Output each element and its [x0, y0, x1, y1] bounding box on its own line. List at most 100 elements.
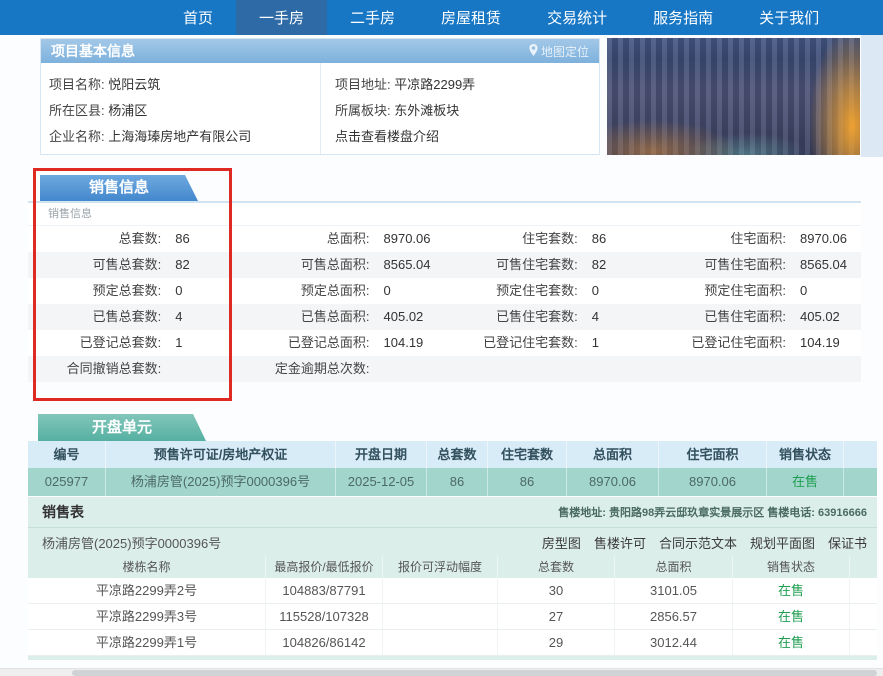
total-units-cell: 86 [427, 468, 488, 496]
intro-row: 点击查看楼盘介绍 [335, 124, 599, 150]
field-label: 预定总面积: [236, 278, 369, 304]
field-value: 8970.06 [370, 226, 431, 252]
field-label: 总套数: [28, 226, 161, 252]
column-header: 最高报价/最低报价 [266, 556, 383, 578]
field-pair: 预定总面积:0 [236, 278, 444, 304]
field-label: 总面积: [236, 226, 369, 252]
total-area-cell: 8970.06 [567, 468, 659, 496]
office-phone-value: 63916666 [818, 507, 867, 519]
field-label: 已售总面积: [236, 304, 369, 330]
field-value [786, 356, 800, 382]
nav-item-statistics[interactable]: 交易统计 [524, 0, 630, 35]
project-info-header: 项目基本信息 地图定位 [41, 39, 599, 63]
developer-link[interactable]: 上海海瑧房地产有限公司 [108, 129, 251, 144]
project-name-value: 悦阳云筑 [108, 77, 160, 92]
top-nav: 首页 一手房 二手房 房屋租赁 交易统计 服务指南 关于我们 [0, 0, 883, 35]
field-pair: 预定住宅套数:0 [445, 278, 653, 304]
developer-label: 企业名称: [49, 129, 105, 144]
developer-row: 企业名称: 上海海瑧房地产有限公司 [49, 124, 320, 150]
opening-units-header-row: 编号 预售许可证/房地产权证 开盘日期 总套数 住宅套数 总面积 住宅面积 销售… [28, 441, 877, 468]
area-cell: 3101.05 [615, 578, 733, 603]
address-row: 项目地址: 平凉路2299弄 [335, 72, 599, 98]
column-header: 开盘日期 [336, 441, 427, 468]
horizontal-scrollbar-thumb[interactable] [72, 670, 877, 676]
price-float-cell [383, 604, 498, 629]
nav-item-guide[interactable]: 服务指南 [630, 0, 736, 35]
building-row[interactable]: 平凉路2299弄1号 104826/86142 29 3012.44 在售 [28, 630, 877, 656]
field-label: 可售总套数: [28, 252, 161, 278]
sales-info-panel: 销售信息 总套数:86 总面积:8970.06 住宅套数:86 住宅面积:897… [28, 201, 861, 382]
field-pair: 已售总面积:405.02 [236, 304, 444, 330]
site-plan-link[interactable]: 规划平面图 [750, 533, 815, 552]
nav-item-home[interactable]: 首页 [160, 0, 236, 35]
units-cell: 30 [498, 578, 615, 603]
field-value: 1 [578, 330, 599, 356]
field-pair: 已售住宅面积:405.02 [653, 304, 861, 330]
field-value: 0 [786, 278, 807, 304]
map-locate-link[interactable]: 地图定位 [529, 43, 589, 60]
sales-row-reserved: 预定总套数:0 预定总面积:0 预定住宅套数:0 预定住宅面积:0 [28, 278, 861, 304]
status-badge: 在售 [733, 630, 850, 655]
field-value: 405.02 [786, 304, 840, 330]
building-row[interactable]: 平凉路2299弄3号 115528/107328 27 2856.57 在售 [28, 604, 877, 630]
field-value: 4 [161, 304, 182, 330]
field-value: 0 [161, 278, 182, 304]
field-label: 已售总套数: [28, 304, 161, 330]
tab-opening-units: 开盘单元 [38, 414, 206, 441]
field-value: 4 [578, 304, 599, 330]
document-links: 房型图 售楼许可 合同示范文本 规划平面图 保证书 [542, 533, 867, 552]
floorplan-link[interactable]: 房型图 [542, 533, 581, 552]
field-pair: 已登记总套数:1 [28, 330, 236, 356]
guarantee-link[interactable]: 保证书 [828, 533, 867, 552]
building-name-cell: 平凉路2299弄1号 [28, 630, 266, 655]
area-cell: 2856.57 [615, 604, 733, 629]
district-value: 杨浦区 [108, 103, 147, 118]
project-info-body: 项目名称: 悦阳云筑 所在区县: 杨浦区 企业名称: 上海海瑧房地产有限公司 项… [41, 63, 599, 154]
field-label: 可售住宅面积: [653, 252, 786, 278]
field-pair: 已登记总面积:104.19 [236, 330, 444, 356]
column-header: 总套数 [498, 556, 615, 578]
field-label: 预定住宅套数: [445, 278, 578, 304]
column-header-filler [850, 556, 877, 578]
field-label: 住宅套数: [445, 226, 578, 252]
field-pair: 住宅套数:86 [445, 226, 653, 252]
field-value: 0 [370, 278, 391, 304]
opening-units-data-row[interactable]: 025977 杨浦房管(2025)预字0000396号 2025-12-05 8… [28, 468, 877, 496]
field-pair: 已售总套数:4 [28, 304, 236, 330]
nav-item-resale[interactable]: 二手房 [327, 0, 418, 35]
sales-permit-link[interactable]: 售楼许可 [594, 533, 646, 552]
field-value: 86 [161, 226, 189, 252]
contract-sample-link[interactable]: 合同示范文本 [659, 533, 737, 552]
sales-row-sold: 已售总套数:4 已售总面积:405.02 已售住宅套数:4 已售住宅面积:405… [28, 304, 861, 330]
sales-sheet-header: 销售表 售楼地址: 贵阳路98弄云邸玖章实景展示区 售楼电话: 63916666 [28, 497, 877, 528]
sales-row-registered: 已登记总套数:1 已登记总面积:104.19 已登记住宅套数:1 已登记住宅面积… [28, 330, 861, 356]
sales-office-info: 售楼地址: 贵阳路98弄云邸玖章实景展示区 售楼电话: 63916666 [558, 504, 867, 520]
address-label: 项目地址: [335, 77, 391, 92]
field-pair: 预定住宅面积:0 [653, 278, 861, 304]
nav-item-about[interactable]: 关于我们 [736, 0, 842, 35]
sales-sheet-title: 销售表 [42, 502, 84, 522]
building-intro-link[interactable]: 点击查看楼盘介绍 [335, 129, 439, 144]
plate-row: 所属板块: 东外滩板块 [335, 98, 599, 124]
sales-row-sellable: 可售总套数:82 可售总面积:8565.04 可售住宅套数:82 可售住宅面积:… [28, 252, 861, 278]
field-value: 8970.06 [786, 226, 847, 252]
field-label: 已登记住宅套数: [445, 330, 578, 356]
nav-item-rental[interactable]: 房屋租赁 [418, 0, 524, 35]
field-pair: 已登记住宅面积:104.19 [653, 330, 861, 356]
district-label: 所在区县: [49, 103, 105, 118]
permit-number: 杨浦房管(2025)预字0000396号 [42, 533, 221, 552]
field-pair: 预定总套数:0 [28, 278, 236, 304]
field-pair: 可售总套数:82 [28, 252, 236, 278]
column-header-filler [844, 441, 877, 468]
sales-sheet-subheader: 杨浦房管(2025)预字0000396号 房型图 售楼许可 合同示范文本 规划平… [28, 528, 877, 556]
field-value: 86 [578, 226, 606, 252]
office-address-label: 售楼地址: [558, 507, 606, 519]
units-cell: 29 [498, 630, 615, 655]
cell-filler [850, 578, 877, 603]
nav-item-new-homes[interactable]: 一手房 [236, 0, 327, 35]
field-label: 已售住宅套数: [445, 304, 578, 330]
horizontal-scrollbar[interactable] [0, 668, 883, 676]
field-pair [653, 356, 861, 382]
field-label: 已登记总套数: [28, 330, 161, 356]
building-row[interactable]: 平凉路2299弄2号 104883/87791 30 3101.05 在售 [28, 578, 877, 604]
